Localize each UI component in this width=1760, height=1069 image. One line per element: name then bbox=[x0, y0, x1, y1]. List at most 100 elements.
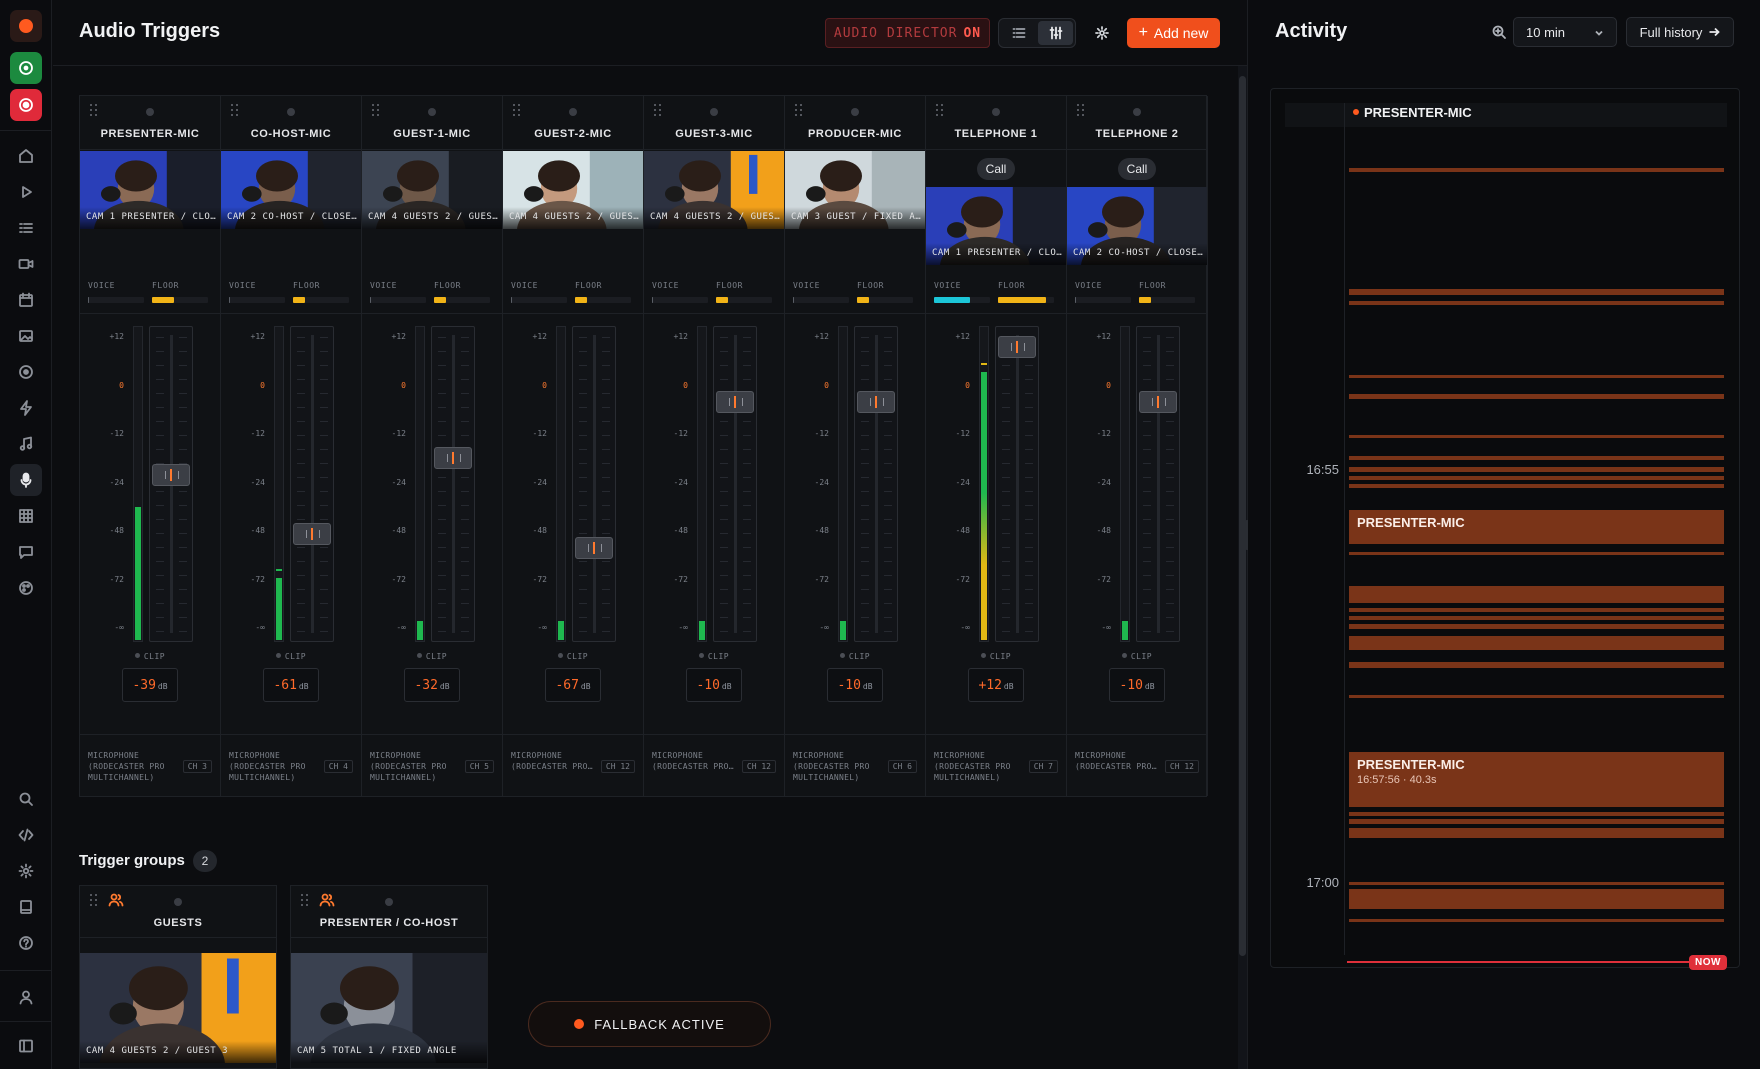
fader-knob[interactable] bbox=[434, 447, 472, 469]
camera-thumbnail[interactable]: CAM 4 GUESTS 2 / GUEST 3 bbox=[644, 151, 784, 229]
activity-event[interactable] bbox=[1349, 552, 1724, 555]
channel-badge[interactable]: CH 4 bbox=[323, 760, 353, 773]
record-icon[interactable] bbox=[10, 356, 42, 388]
drag-handle-icon[interactable] bbox=[90, 104, 100, 116]
level-readout[interactable]: -61 dB bbox=[263, 668, 319, 702]
activity-timeline[interactable]: PRESENTER-MIC 16:55 17:00 NOW PRESENTER-… bbox=[1270, 88, 1740, 970]
drag-handle-icon[interactable] bbox=[513, 104, 523, 116]
help-icon[interactable] bbox=[10, 927, 42, 959]
activity-event[interactable] bbox=[1349, 375, 1724, 378]
camera-icon[interactable] bbox=[10, 248, 42, 280]
code-icon[interactable] bbox=[10, 819, 42, 851]
camera-thumbnail[interactable]: CAM 3 GUEST / FIXED ANGLE bbox=[785, 151, 925, 229]
activity-event[interactable]: PRESENTER-MIC 16:57:56 · 40.3s bbox=[1349, 752, 1724, 807]
activity-event[interactable] bbox=[1349, 586, 1724, 603]
call-button[interactable]: Call bbox=[976, 158, 1016, 180]
camera-thumbnail[interactable]: CAM 4 GUESTS 2 / GUEST 1 bbox=[362, 151, 502, 229]
activity-event[interactable] bbox=[1349, 484, 1724, 488]
collapse-sidebar-icon[interactable] bbox=[10, 1030, 42, 1062]
activity-event[interactable] bbox=[1349, 435, 1724, 438]
fader-knob[interactable] bbox=[998, 336, 1036, 358]
volume-fader[interactable] bbox=[431, 326, 475, 642]
drag-handle-icon[interactable] bbox=[301, 894, 311, 906]
activity-event[interactable] bbox=[1349, 636, 1724, 650]
calendar-icon[interactable] bbox=[10, 284, 42, 316]
volume-fader[interactable] bbox=[290, 326, 334, 642]
activity-event[interactable] bbox=[1349, 695, 1724, 698]
main-scrollbar-thumb[interactable] bbox=[1239, 76, 1246, 956]
home-icon[interactable] bbox=[10, 140, 42, 172]
activity-event[interactable]: PRESENTER-MIC bbox=[1349, 510, 1724, 544]
volume-fader[interactable] bbox=[854, 326, 898, 642]
drag-handle-icon[interactable] bbox=[654, 104, 664, 116]
level-readout[interactable]: -10 dB bbox=[1109, 668, 1165, 702]
activity-event[interactable] bbox=[1349, 812, 1724, 816]
activity-event[interactable] bbox=[1349, 168, 1724, 172]
chat-icon[interactable] bbox=[10, 536, 42, 568]
level-readout[interactable]: -67 dB bbox=[545, 668, 601, 702]
activity-event[interactable] bbox=[1349, 919, 1724, 922]
trigger-group-card[interactable]: GUESTS CAM 4 GUESTS 2 / GUEST 3 bbox=[79, 885, 277, 1069]
activity-event[interactable] bbox=[1349, 476, 1724, 480]
settings-button[interactable] bbox=[1087, 18, 1117, 48]
search-icon[interactable] bbox=[10, 783, 42, 815]
activity-event[interactable] bbox=[1349, 819, 1724, 824]
level-readout[interactable]: -10 dB bbox=[827, 668, 883, 702]
volume-fader[interactable] bbox=[1136, 326, 1180, 642]
volume-fader[interactable] bbox=[572, 326, 616, 642]
activity-event[interactable] bbox=[1349, 394, 1724, 399]
channel-badge[interactable]: CH 5 bbox=[464, 760, 494, 773]
channel-badge[interactable]: CH 12 bbox=[741, 760, 776, 773]
activity-event[interactable] bbox=[1349, 456, 1724, 460]
user-icon[interactable] bbox=[10, 981, 42, 1013]
activity-event[interactable] bbox=[1349, 882, 1724, 885]
full-history-button[interactable]: Full history bbox=[1626, 17, 1734, 47]
list-view-button[interactable] bbox=[1001, 21, 1036, 45]
activity-event[interactable] bbox=[1349, 616, 1724, 620]
fader-knob[interactable] bbox=[152, 464, 190, 486]
mixer-view-button[interactable] bbox=[1038, 21, 1073, 45]
level-readout[interactable]: +12 dB bbox=[968, 668, 1024, 702]
settings-icon[interactable] bbox=[10, 855, 42, 887]
fallback-status[interactable]: FALLBACK ACTIVE bbox=[528, 1001, 771, 1047]
drag-handle-icon[interactable] bbox=[90, 894, 100, 906]
drag-handle-icon[interactable] bbox=[1077, 104, 1087, 116]
channel-badge[interactable]: CH 12 bbox=[1164, 760, 1199, 773]
broadcast-target-icon[interactable] bbox=[10, 89, 42, 121]
volume-fader[interactable] bbox=[995, 326, 1039, 642]
play-icon[interactable] bbox=[10, 176, 42, 208]
activity-event[interactable] bbox=[1349, 467, 1724, 472]
trigger-group-card[interactable]: PRESENTER / CO-HOST CAM 5 TOTAL 1 / FIXED… bbox=[290, 885, 488, 1069]
camera-thumbnail[interactable]: CAM 2 CO-HOST / CLOSE-UP bbox=[1067, 187, 1207, 265]
group-camera-thumbnail[interactable]: CAM 4 GUESTS 2 / GUEST 3 bbox=[80, 953, 276, 1063]
drag-handle-icon[interactable] bbox=[372, 104, 382, 116]
rundown-icon[interactable] bbox=[10, 212, 42, 244]
camera-thumbnail[interactable]: CAM 4 GUESTS 2 / GUEST 2 bbox=[503, 151, 643, 229]
channel-badge[interactable]: CH 6 bbox=[887, 760, 917, 773]
record-status-icon[interactable] bbox=[10, 10, 42, 42]
book-icon[interactable] bbox=[10, 891, 42, 923]
activity-event[interactable] bbox=[1349, 624, 1724, 629]
level-readout[interactable]: -39 dB bbox=[122, 668, 178, 702]
fader-knob[interactable] bbox=[857, 391, 895, 413]
live-target-icon[interactable] bbox=[10, 52, 42, 84]
channel-badge[interactable]: CH 7 bbox=[1028, 760, 1058, 773]
microphone-icon[interactable] bbox=[10, 464, 42, 496]
level-readout[interactable]: -10 dB bbox=[686, 668, 742, 702]
volume-fader[interactable] bbox=[149, 326, 193, 642]
activity-event[interactable] bbox=[1349, 662, 1724, 668]
call-button[interactable]: Call bbox=[1117, 158, 1157, 180]
activity-event[interactable] bbox=[1349, 828, 1724, 838]
activity-event[interactable] bbox=[1349, 608, 1724, 612]
activity-event[interactable] bbox=[1349, 289, 1724, 295]
group-camera-thumbnail[interactable]: CAM 5 TOTAL 1 / FIXED ANGLE bbox=[291, 953, 487, 1063]
camera-thumbnail[interactable]: CAM 1 PRESENTER / CLOSE-UP bbox=[926, 187, 1066, 265]
drag-handle-icon[interactable] bbox=[795, 104, 805, 116]
add-new-button[interactable]: + Add new bbox=[1127, 18, 1220, 48]
channel-badge[interactable]: CH 3 bbox=[182, 760, 212, 773]
time-range-select[interactable]: 10 min bbox=[1513, 17, 1617, 47]
fader-knob[interactable] bbox=[293, 523, 331, 545]
grid-icon[interactable] bbox=[10, 500, 42, 532]
media-icon[interactable] bbox=[10, 320, 42, 352]
music-icon[interactable] bbox=[10, 428, 42, 460]
